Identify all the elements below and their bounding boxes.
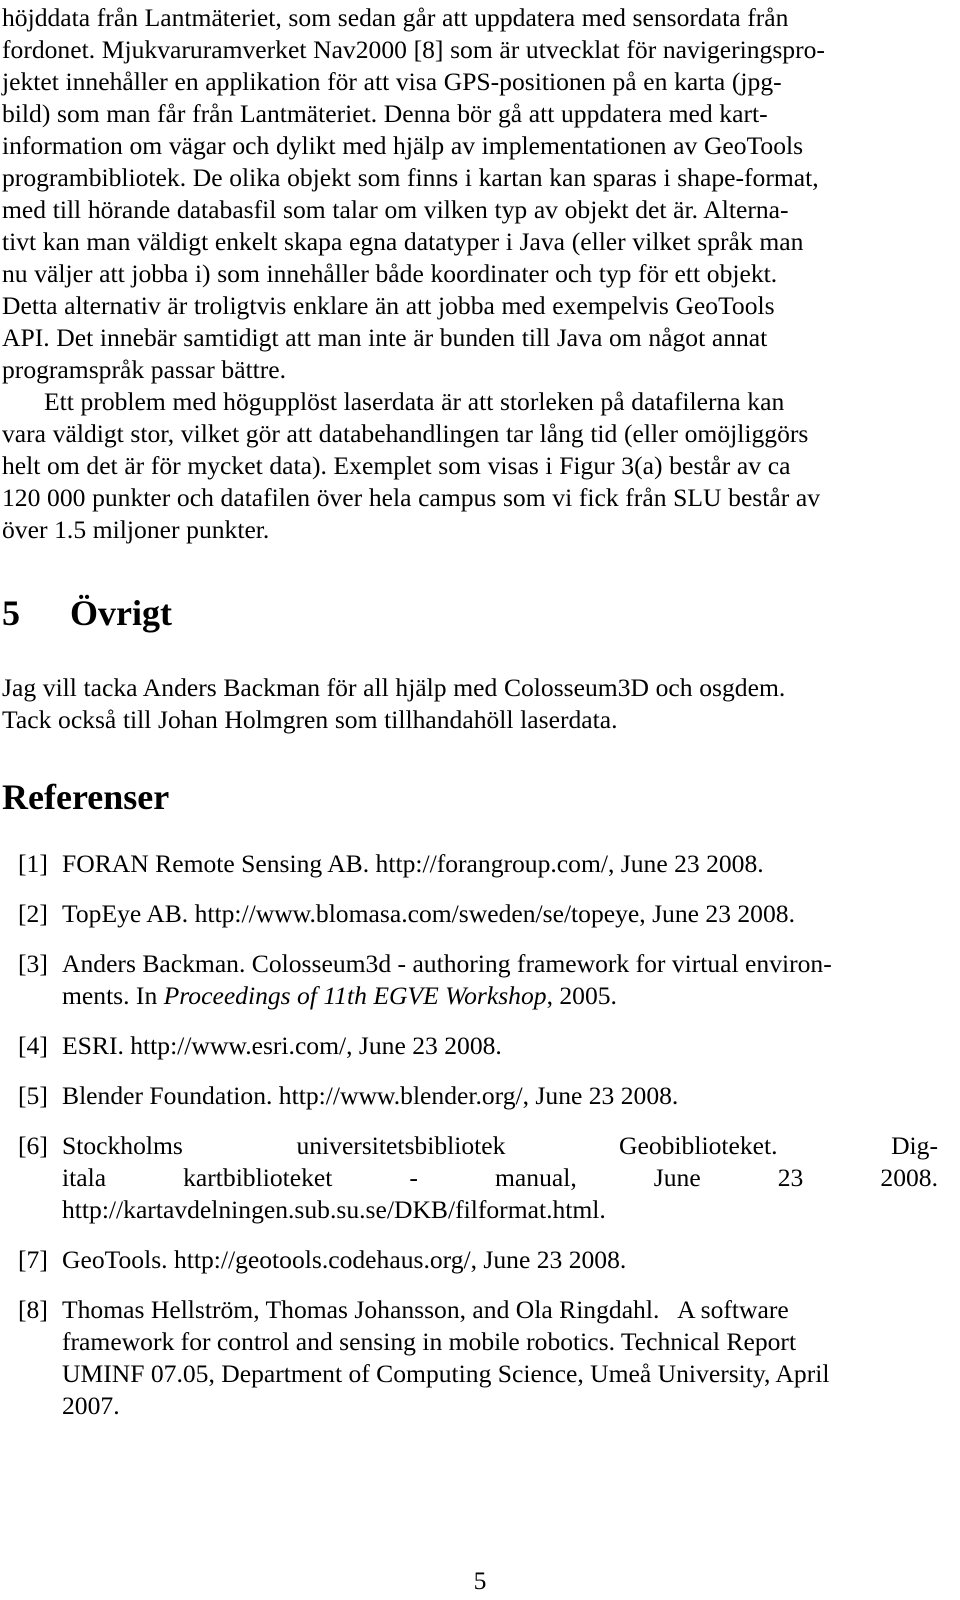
reference-item: [1] FORAN Remote Sensing AB. http://fora…	[2, 848, 938, 880]
reference-text: FORAN Remote Sensing AB. http://forangro…	[62, 849, 764, 878]
reference-word: kartbiblioteket	[183, 1163, 333, 1192]
reference-label: [1]	[18, 849, 48, 878]
text-line: vara väldigt stor, vilket gör att databe…	[2, 419, 809, 448]
section-number: 5	[2, 593, 20, 633]
reference-word: universitetsbibliotek	[296, 1131, 506, 1160]
reference-text: ESRI. http://www.esri.com/, June 23 2008…	[62, 1031, 502, 1060]
reference-label: [5]	[18, 1081, 48, 1110]
reference-word: Dig-	[891, 1131, 938, 1160]
paragraph-laserdata: Ett problem med högupplöst laserdata är …	[2, 386, 938, 546]
text-line: Ett problem med högupplöst laserdata är …	[44, 387, 785, 416]
reference-item: [8] Thomas Hellström, Thomas Johansson, …	[2, 1294, 938, 1422]
text-line: med till hörande databasfil som talar om…	[2, 195, 789, 224]
reference-text: UMINF 07.05, Department of Computing Sci…	[62, 1359, 830, 1388]
text-line: Tack också till Johan Holmgren som tillh…	[2, 705, 618, 734]
reference-item: [5] Blender Foundation. http://www.blend…	[2, 1080, 938, 1112]
text-line: information om vägar och dylikt med hjäl…	[2, 131, 804, 160]
reference-text-part: ments. In	[62, 981, 164, 1010]
reference-text-part: , 2005.	[546, 981, 617, 1010]
reference-label: [7]	[18, 1245, 48, 1274]
reference-text: Stockholms universitetsbibliotek Geobibl…	[62, 1130, 938, 1162]
reference-text: GeoTools. http://geotools.codehaus.org/,…	[62, 1245, 627, 1274]
page-number: 5	[473, 1566, 487, 1595]
reference-label: [8]	[18, 1295, 48, 1324]
reference-title-italic: Proceedings of 11th EGVE Workshop	[163, 981, 547, 1010]
reference-text: http://kartavdelningen.sub.su.se/DKB/fil…	[62, 1195, 606, 1224]
reference-word: -	[409, 1163, 418, 1192]
reference-item: [6] Stockholms universitetsbibliotek Geo…	[2, 1130, 938, 1226]
reference-label: [3]	[18, 949, 48, 978]
reference-label: [6]	[18, 1131, 48, 1160]
text-line: API. Det innebär samtidigt att man inte …	[2, 323, 768, 352]
references-heading: Referenser	[2, 777, 170, 817]
reference-text: Blender Foundation. http://www.blender.o…	[62, 1081, 679, 1110]
reference-text: itala kartbiblioteket - manual, June 23 …	[62, 1162, 938, 1194]
reference-list: [1] FORAN Remote Sensing AB. http://fora…	[2, 848, 938, 1422]
reference-word: Stockholms	[62, 1131, 183, 1160]
reference-word: manual,	[495, 1163, 577, 1192]
text-line: över 1.5 miljoner punkter.	[2, 515, 270, 544]
reference-text: TopEye AB. http://www.blomasa.com/sweden…	[62, 899, 795, 928]
reference-item: [4] ESRI. http://www.esri.com/, June 23 …	[2, 1030, 938, 1062]
document-page: höjddata från Lantmäteriet, som sedan gå…	[0, 0, 960, 1600]
reference-text: Thomas Hellström, Thomas Johansson, and …	[62, 1295, 789, 1324]
text-line: nu väljer att jobba i) som innehåller bå…	[2, 259, 778, 288]
text-line: fordonet. Mjukvaruramverket Nav2000 [8] …	[2, 35, 825, 64]
reference-item: [7] GeoTools. http://geotools.codehaus.o…	[2, 1244, 938, 1276]
text-line: bild) som man får från Lantmäteriet. Den…	[2, 99, 768, 128]
paragraph-continued: höjddata från Lantmäteriet, som sedan gå…	[2, 2, 938, 386]
section-heading-ovrigt: 5 Övrigt	[2, 592, 938, 634]
reference-word: 2008.	[880, 1163, 938, 1192]
reference-text: framework for control and sensing in mob…	[62, 1327, 797, 1356]
reference-text: ments. In Proceedings of 11th EGVE Works…	[62, 980, 938, 1012]
reference-item: [2] TopEye AB. http://www.blomasa.com/sw…	[2, 898, 938, 930]
reference-word: Geobiblioteket.	[619, 1131, 778, 1160]
text-line: Jag vill tacka Anders Backman för all hj…	[2, 673, 786, 702]
section-title: Övrigt	[70, 593, 172, 633]
reference-text: Anders Backman. Colosseum3d - authoring …	[62, 949, 832, 978]
text-line: jektet innehåller en applikation för att…	[2, 67, 782, 96]
reference-label: [2]	[18, 899, 48, 928]
text-line: tivt kan man väldigt enkelt skapa egna d…	[2, 227, 804, 256]
reference-item: [3] Anders Backman. Colosseum3d - author…	[2, 948, 938, 1012]
text-line: 120 000 punkter och datafilen över hela …	[2, 483, 821, 512]
text-line: programbibliotek. De olika objekt som fi…	[2, 163, 819, 192]
reference-text: 2007.	[62, 1391, 120, 1420]
reference-word: June	[653, 1163, 701, 1192]
text-line: Detta alternativ är troligtvis enklare ä…	[2, 291, 775, 320]
text-line: höjddata från Lantmäteriet, som sedan gå…	[2, 3, 789, 32]
reference-word: itala	[62, 1163, 107, 1192]
text-line: programspråk passar bättre.	[2, 355, 287, 384]
reference-word: 23	[777, 1163, 804, 1192]
text-line: helt om det är för mycket data). Exemple…	[2, 451, 791, 480]
reference-label: [4]	[18, 1031, 48, 1060]
paragraph-acknowledgements: Jag vill tacka Anders Backman för all hj…	[2, 672, 938, 736]
